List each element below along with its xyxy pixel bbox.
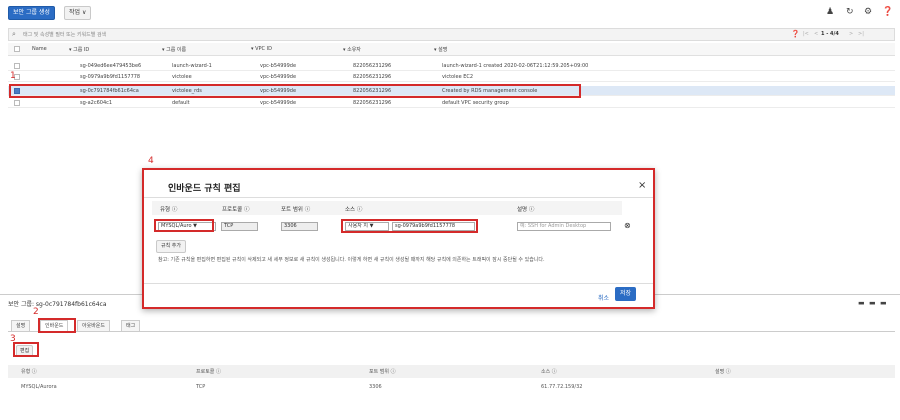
remove-rule-icon[interactable]: ⊗ (624, 221, 631, 230)
select-all-checkbox[interactable] (14, 46, 20, 52)
last-page-icon[interactable]: >| (858, 31, 864, 37)
modal-note: 참고: 기존 규칙을 편집하면 편집된 규칙이 삭제되고 새 세부 정보로 새 … (158, 257, 545, 263)
user-icon[interactable]: ♟ (826, 6, 834, 18)
column-owner[interactable]: ▾ 소유자 (343, 46, 361, 53)
rule-type-cell: MYSQL/Aurora (21, 384, 57, 390)
edit-inbound-rules-modal: 인바운드 규칙 편집 × 유형 ⓘ 프로토콜 ⓘ 포트 범위 ⓘ 소스 ⓘ 설명… (142, 168, 655, 309)
panel-layout-icon-3[interactable]: ▬ (880, 299, 887, 307)
annotation-number-1: 1 (10, 71, 16, 81)
save-button[interactable]: 저장 (615, 287, 637, 301)
description-cell: victolee EC2 (442, 74, 474, 80)
help-circle-icon[interactable]: ❓ (791, 30, 800, 38)
rule-protocol-cell: TCP (196, 384, 206, 390)
header-port-range: 포트 범위 ⓘ (281, 207, 311, 213)
column-protocol: 프로토콜 ⓘ (196, 369, 221, 375)
rule-port-cell: 3306 (369, 384, 382, 390)
description-cell: launch-wizard-1 created 2020-02-06T21:12… (442, 63, 589, 69)
vpc-id-cell: vpc-b54999de (260, 100, 297, 106)
prev-page-icon[interactable]: < (814, 31, 818, 37)
column-name[interactable]: Name (32, 46, 47, 52)
description-input[interactable]: 예: SSH for Admin Desktop (517, 222, 611, 231)
group-id-cell: sg-049ed6ee479453be6 (80, 63, 142, 69)
table-row[interactable]: sg-0979a9b9fd1157778 victolee vpc-b54999… (8, 72, 895, 82)
modal-title: 인바운드 규칙 편집 (168, 184, 241, 194)
search-input[interactable]: 태그 및 속성별 필터 또는 키워드별 검색 (23, 31, 106, 38)
column-type: 유형 ⓘ (21, 369, 37, 375)
inbound-rules-header: 유형 ⓘ 프로토콜 ⓘ 포트 범위 ⓘ 소스 ⓘ 설명 ⓘ (8, 365, 895, 378)
column-group-name[interactable]: ▾ 그룹 이름 (162, 46, 186, 53)
actions-dropdown-button[interactable]: 작업 ∨ (64, 6, 92, 20)
inbound-rule-row: MYSQL/Aurora TCP 3306 61.77.72.159/32 (8, 381, 895, 393)
table-row[interactable]: sg-049ed6ee479453be6 launch-wizard-1 vpc… (8, 61, 895, 71)
port-range-field: 3306 (281, 222, 318, 231)
vpc-id-cell: vpc-b54999de (260, 74, 297, 80)
row-checkbox[interactable] (14, 63, 20, 69)
rule-source-cell: 61.77.72.159/32 (541, 384, 583, 390)
tab-outbound[interactable]: 아웃바운드 (77, 320, 111, 332)
search-icon: ⌕ (12, 30, 16, 38)
panel-layout-icon-2[interactable]: ▬ (869, 299, 876, 307)
description-cell: default VPC security group (442, 100, 509, 106)
tab-description[interactable]: 설명 (11, 320, 31, 332)
modal-divider (144, 197, 653, 198)
cancel-link[interactable]: 취소 (598, 293, 609, 302)
modal-footer-divider (144, 283, 653, 284)
close-icon[interactable]: × (638, 180, 646, 191)
annotation-box-type-select (154, 219, 214, 232)
table-row[interactable]: sg-a2c604c1 default vpc-b54999de 8220562… (8, 98, 895, 108)
search-bar[interactable]: ⌕ 태그 및 속성별 필터 또는 키워드별 검색 ❓ |< < 1 - 4/4 … (8, 28, 895, 41)
panel-layout-icon-1[interactable]: ▬ (858, 299, 865, 307)
group-id-cell: sg-a2c604c1 (80, 100, 113, 106)
column-port-range: 포트 범위 ⓘ (369, 369, 396, 375)
owner-cell: 822056231296 (353, 100, 392, 106)
group-id-cell: sg-0979a9b9fd1157778 (80, 74, 141, 80)
header-description: 설명 ⓘ (517, 207, 535, 213)
tab-tags[interactable]: 태그 (121, 320, 141, 332)
header-source: 소스 ⓘ (345, 207, 363, 213)
header-protocol: 프로토콜 ⓘ (222, 207, 250, 213)
help-icon[interactable]: ❓ (882, 6, 893, 18)
lower-panel-title: 보안 그룹: sg-0c791784fb61c64ca (8, 301, 107, 308)
create-security-group-button[interactable]: 보안 그룹 생성 (8, 6, 55, 20)
column-description[interactable]: ▾ 설명 (434, 46, 447, 53)
owner-cell: 822056231296 (353, 74, 392, 80)
vpc-id-cell: vpc-b54999de (260, 63, 297, 69)
protocol-field: TCP (221, 222, 258, 231)
owner-cell: 822056231296 (353, 63, 392, 69)
gear-icon[interactable]: ⚙ (864, 6, 872, 18)
group-name-cell: default (172, 100, 190, 106)
first-page-icon[interactable]: |< (803, 31, 809, 37)
column-vpc-id[interactable]: ▾ VPC ID (251, 46, 272, 52)
annotation-number-2: 2 (33, 307, 39, 317)
row-checkbox[interactable] (14, 100, 20, 106)
refresh-icon[interactable]: ↻ (846, 6, 854, 18)
column-source: 소스 ⓘ (541, 369, 557, 375)
header-type: 유형 ⓘ (160, 207, 178, 213)
tab-divider (8, 331, 895, 332)
next-page-icon[interactable]: > (849, 31, 853, 37)
annotation-box-edit-button (13, 342, 39, 357)
column-group-id[interactable]: ▾ 그룹 ID (69, 46, 89, 53)
annotation-number-4: 4 (148, 156, 154, 166)
group-name-cell: victolee (172, 74, 192, 80)
table-header: Name ▾ 그룹 ID ▾ 그룹 이름 ▾ VPC ID ▾ 소유자 ▾ 설명 (8, 43, 895, 56)
annotation-box-inbound-tab (38, 318, 76, 333)
group-name-cell: launch-wizard-1 (172, 63, 212, 69)
column-description: 설명 ⓘ (715, 369, 731, 375)
annotation-box-selected-row (9, 84, 581, 98)
add-rule-button[interactable]: 규칙 추가 (156, 240, 186, 253)
pagination-text: 1 - 4/4 (821, 31, 839, 37)
annotation-box-source (341, 219, 478, 233)
